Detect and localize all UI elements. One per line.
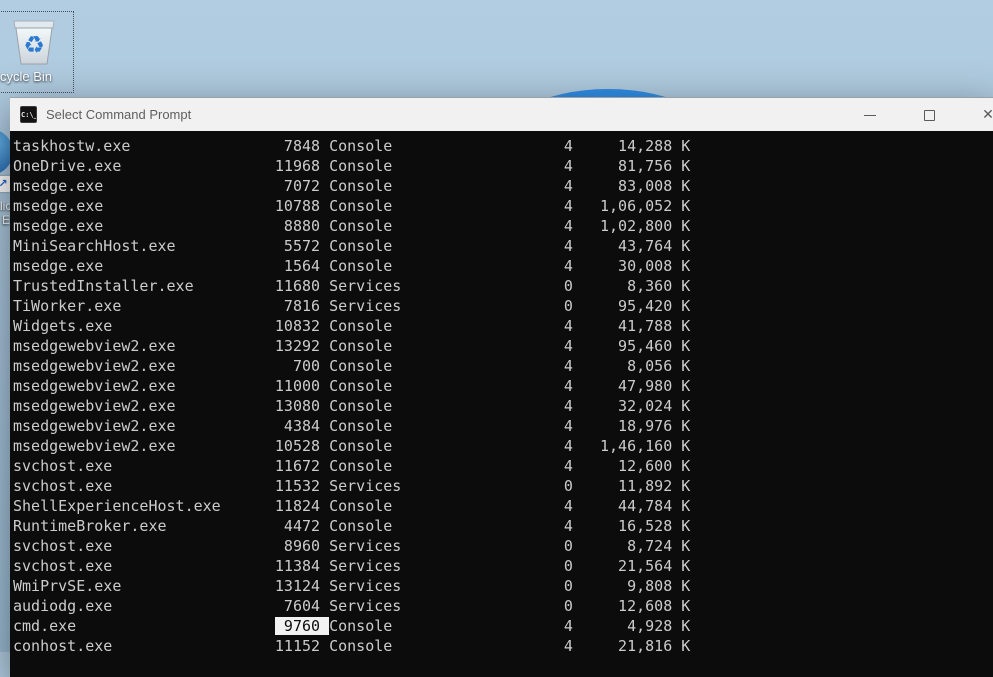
process-row: Widgets.exe 10832 Console 4 41,788 K: [13, 316, 993, 336]
process-row: RuntimeBroker.exe 4472 Console 4 16,528 …: [13, 516, 993, 536]
minimize-button[interactable]: [850, 98, 890, 132]
process-row: msedgewebview2.exe 4384 Console 4 18,976…: [13, 416, 993, 436]
selected-pid: 9760: [275, 617, 329, 635]
edge-label-fragment: E: [2, 213, 10, 227]
close-button[interactable]: ✕: [968, 98, 993, 132]
process-row: msedge.exe 10788 Console 4 1,06,052 K: [13, 196, 993, 216]
maximize-button[interactable]: [909, 98, 949, 132]
process-row: msedge.exe 7072 Console 4 83,008 K: [13, 176, 993, 196]
recycle-glyph: ♻: [23, 31, 45, 59]
process-row: ShellExperienceHost.exe 11824 Console 4 …: [13, 496, 993, 516]
close-icon: ✕: [982, 108, 993, 122]
process-row: audiodg.exe 7604 Services 0 12,608 K: [13, 596, 993, 616]
process-row: MiniSearchHost.exe 5572 Console 4 43,764…: [13, 236, 993, 256]
process-row: svchost.exe 11672 Console 4 12,600 K: [13, 456, 993, 476]
window-title: Select Command Prompt: [46, 107, 191, 122]
maximize-icon: [924, 110, 935, 121]
process-row: TiWorker.exe 7816 Services 0 95,420 K: [13, 296, 993, 316]
process-row: msedge.exe 8880 Console 4 1,02,800 K: [13, 216, 993, 236]
process-row: TrustedInstaller.exe 11680 Services 0 8,…: [13, 276, 993, 296]
process-row: svchost.exe 11532 Services 0 11,892 K: [13, 476, 993, 496]
process-row: cmd.exe 9760 Console 4 4,928 K: [13, 616, 993, 636]
process-row: svchost.exe 11384 Services 0 21,564 K: [13, 556, 993, 576]
process-row: msedgewebview2.exe 700 Console 4 8,056 K: [13, 356, 993, 376]
recycle-bin-icon[interactable]: ♻: [9, 15, 59, 72]
process-row: msedgewebview2.exe 11000 Console 4 47,98…: [13, 376, 993, 396]
process-row: msedgewebview2.exe 13080 Console 4 32,02…: [13, 396, 993, 416]
process-row: WmiPrvSE.exe 13124 Services 0 9,808 K: [13, 576, 993, 596]
cmd-icon: C:\_: [20, 106, 37, 123]
recycle-bin-label: cycle Bin: [0, 69, 72, 84]
process-row: msedgewebview2.exe 13292 Console 4 95,46…: [13, 336, 993, 356]
process-row: conhost.exe 11152 Console 4 21,816 K: [13, 636, 993, 656]
title-bar[interactable]: C:\_ Select Command Prompt ✕: [10, 97, 993, 131]
process-row: OneDrive.exe 11968 Console 4 81,756 K: [13, 156, 993, 176]
process-row: taskhostw.exe 7848 Console 4 14,288 K: [13, 136, 993, 156]
console-output[interactable]: taskhostw.exe 7848 Console 4 14,288 KOne…: [10, 131, 993, 677]
process-row: msedge.exe 1564 Console 4 30,008 K: [13, 256, 993, 276]
command-prompt-window: C:\_ Select Command Prompt ✕ taskhostw.e…: [10, 97, 993, 677]
process-row: msedgewebview2.exe 10528 Console 4 1,46,…: [13, 436, 993, 456]
minimize-icon: [864, 115, 876, 116]
process-row: svchost.exe 8960 Services 0 8,724 K: [13, 536, 993, 556]
